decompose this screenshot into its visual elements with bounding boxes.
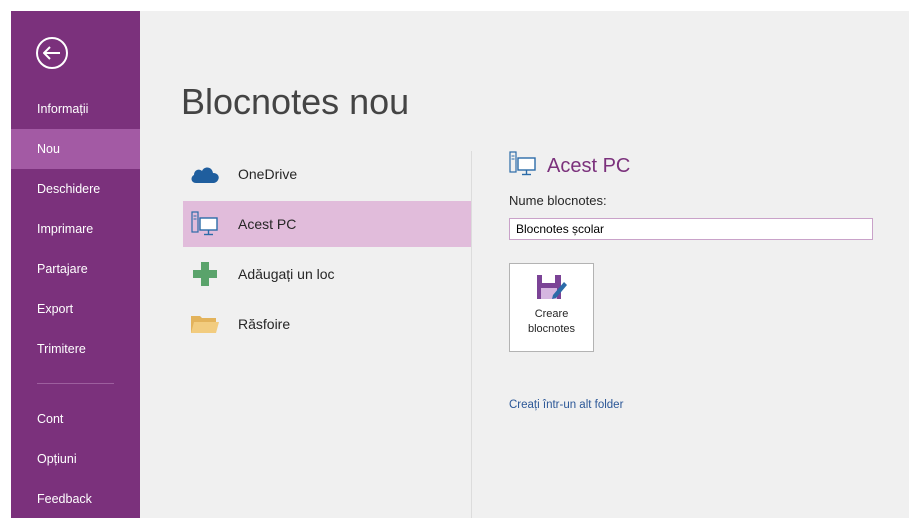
location-browse[interactable]: Răsfoire xyxy=(183,301,472,347)
page-title: Blocnotes nou xyxy=(181,81,410,122)
notebook-name-label: Nume blocnotes: xyxy=(509,193,607,208)
backstage-nav: Informații Nou Deschidere Imprimare Part… xyxy=(11,89,140,519)
create-notebook-button[interactable]: Creare blocnotes xyxy=(509,263,594,352)
cloud-icon xyxy=(190,159,220,189)
computer-icon xyxy=(190,209,220,239)
detail-title: Acest PC xyxy=(547,154,631,177)
location-label: Răsfoire xyxy=(238,316,291,332)
plus-icon xyxy=(190,259,220,289)
detail-header: Acest PC xyxy=(509,150,904,183)
nav-item-print[interactable]: Imprimare xyxy=(11,209,140,249)
folder-icon xyxy=(190,309,220,339)
nav-item-export[interactable]: Export xyxy=(11,289,140,329)
nav-item-feedback[interactable]: Feedback xyxy=(11,479,140,519)
back-button[interactable] xyxy=(36,37,68,69)
computer-icon xyxy=(509,150,537,183)
detail-panel: Acest PC Nume blocnotes: Creare blocnote… xyxy=(509,150,904,411)
nav-item-account[interactable]: Cont xyxy=(11,399,140,439)
create-in-other-folder-link[interactable]: Creați într-un alt folder xyxy=(509,399,623,411)
notebook-name-input[interactable] xyxy=(509,218,873,240)
save-notebook-icon xyxy=(536,275,567,299)
column-divider xyxy=(471,151,472,518)
nav-item-info[interactable]: Informații xyxy=(11,89,140,129)
nav-item-send[interactable]: Trimitere xyxy=(11,329,140,369)
backstage-sidebar: Informații Nou Deschidere Imprimare Part… xyxy=(11,11,140,518)
nav-divider xyxy=(37,383,114,384)
arrow-left-icon xyxy=(43,46,60,60)
location-list: OneDrive Acest PC Adăugați un loc Răsfoi… xyxy=(183,151,472,351)
location-label: Adăugați un loc xyxy=(238,266,335,282)
nav-item-share[interactable]: Partajare xyxy=(11,249,140,289)
nav-item-options[interactable]: Opțiuni xyxy=(11,439,140,479)
nav-item-open[interactable]: Deschidere xyxy=(11,169,140,209)
create-notebook-label: Creare blocnotes xyxy=(527,308,576,335)
location-label: OneDrive xyxy=(238,166,298,182)
location-this-pc[interactable]: Acest PC xyxy=(183,201,472,247)
location-onedrive[interactable]: OneDrive xyxy=(183,151,472,197)
location-label: Acest PC xyxy=(238,216,297,232)
backstage-content: Blocnotes nou OneDrive Acest PC Adăugați… xyxy=(140,11,909,518)
nav-item-new[interactable]: Nou xyxy=(11,129,140,169)
location-add-place[interactable]: Adăugați un loc xyxy=(183,251,472,297)
